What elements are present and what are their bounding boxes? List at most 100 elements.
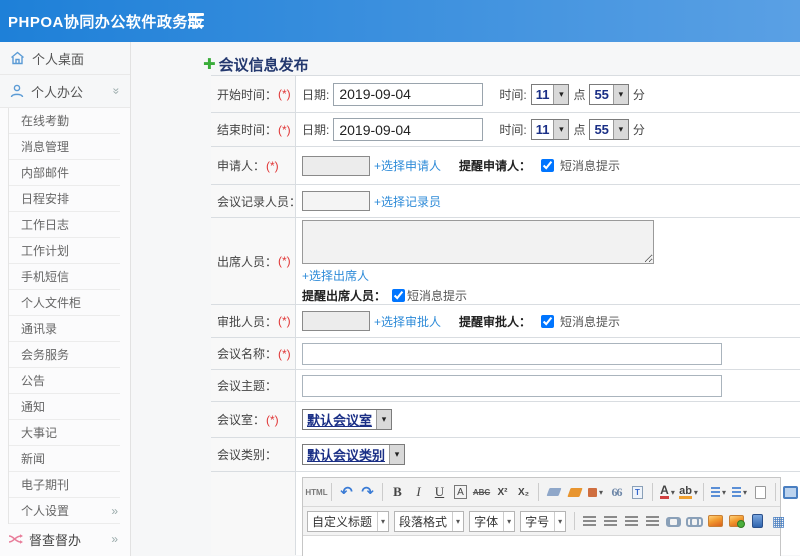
- start-hour-select[interactable]: 11: [530, 83, 570, 105]
- new-page-button[interactable]: [751, 481, 770, 503]
- font-size-select[interactable]: 字号: [520, 510, 567, 532]
- dropdown-caret-icon: ▾: [670, 487, 675, 497]
- sidebar-item-meeting-services[interactable]: 会务服务: [9, 342, 120, 368]
- strikethrough-button[interactable]: ABC: [472, 481, 491, 503]
- insert-link-button[interactable]: [664, 510, 683, 532]
- start-date-input[interactable]: [333, 82, 484, 106]
- sidebar-item-major-events[interactable]: 大事记: [9, 420, 120, 446]
- toolbar-divider: [775, 483, 776, 501]
- insert-media-button[interactable]: [748, 510, 767, 532]
- ordered-list-button[interactable]: ▾: [709, 481, 728, 503]
- attendees-sms-checkbox[interactable]: [392, 289, 406, 302]
- required-mark: (*): [278, 346, 291, 361]
- unordered-list-icon: [732, 487, 741, 497]
- highlight-color-button[interactable]: ab ▾: [679, 481, 698, 503]
- unordered-list-button[interactable]: ▾: [730, 481, 749, 503]
- redo-button[interactable]: ↷: [358, 481, 377, 503]
- paragraph-format-select[interactable]: 段落格式: [394, 510, 465, 532]
- applicant-sms-checkbox[interactable]: [541, 159, 555, 172]
- sidebar: 个人桌面 个人办公 » 在线考勤 消息管理 内部邮件 日程安排 工作日志 工作计…: [0, 42, 131, 556]
- sidebar-item-contacts[interactable]: 通讯录: [9, 316, 120, 342]
- meeting-room-select[interactable]: 默认会议室: [302, 409, 393, 430]
- choose-applicant-link[interactable]: +选择申请人: [374, 157, 441, 174]
- remove-link-button[interactable]: [685, 510, 704, 532]
- html-source-button[interactable]: HTML: [305, 481, 327, 503]
- superscript-button[interactable]: X²: [493, 481, 512, 503]
- sidebar-item-schedule[interactable]: 日程安排: [9, 186, 120, 212]
- sidebar-item-notices[interactable]: 通知: [9, 394, 120, 420]
- eraser-icon: [546, 488, 561, 496]
- paint-icon: [588, 487, 597, 497]
- upload-image-button[interactable]: [727, 510, 746, 532]
- end-hour-select[interactable]: 11: [530, 119, 570, 140]
- align-right-icon: [625, 516, 639, 526]
- row-approver: 审批人员： (*) +选择审批人 提醒审批人： 短消息提示: [211, 305, 800, 338]
- chevron-right-icon: »: [111, 532, 118, 546]
- recorder-input[interactable]: [302, 191, 370, 211]
- eraser-button[interactable]: [544, 481, 563, 503]
- heading-select[interactable]: 自定义标题: [307, 510, 390, 532]
- clear-format-button[interactable]: [565, 481, 584, 503]
- choose-approver-link[interactable]: +选择审批人: [374, 313, 441, 330]
- end-date-input[interactable]: [333, 118, 484, 141]
- align-center-button[interactable]: [601, 510, 620, 532]
- insert-image-button[interactable]: [706, 510, 725, 532]
- sidebar-item-personal-settings[interactable]: 个人设置 »: [9, 498, 120, 524]
- fullscreen-button[interactable]: [781, 481, 800, 503]
- align-justify-button[interactable]: [643, 510, 662, 532]
- menu-icon[interactable]: [188, 13, 204, 27]
- sidebar-item-supervision[interactable]: 督查督办 »: [0, 524, 130, 554]
- paste-button[interactable]: T: [628, 481, 647, 503]
- blockquote-button[interactable]: 66: [607, 481, 626, 503]
- time-label: 时间:: [499, 123, 527, 137]
- sidebar-item-file-cabinet[interactable]: 个人文件柜: [9, 290, 120, 316]
- sidebar-item-internal-mail[interactable]: 内部邮件: [9, 160, 120, 186]
- format-painter-button[interactable]: ▾: [586, 481, 605, 503]
- editor-content-area[interactable]: [303, 536, 780, 556]
- sidebar-item-sms[interactable]: 手机短信: [9, 264, 120, 290]
- end-minute-select[interactable]: 55: [589, 119, 629, 140]
- dropdown-arrow-icon: [389, 445, 405, 464]
- meeting-category-select[interactable]: 默认会议类别: [302, 444, 406, 465]
- font-frame-button[interactable]: A: [451, 481, 470, 503]
- choose-attendees-link[interactable]: +选择出席人: [302, 267, 369, 284]
- chevron-double-down-icon: »: [109, 87, 124, 95]
- applicant-input[interactable]: [302, 155, 370, 176]
- sidebar-item-desktop[interactable]: 个人桌面: [0, 42, 130, 75]
- sidebar-item-attendance[interactable]: 在线考勤: [9, 108, 120, 134]
- underline-button[interactable]: U: [430, 481, 449, 503]
- sidebar-item-personal-office[interactable]: 个人办公 »: [0, 75, 130, 108]
- choose-recorder-link[interactable]: +选择记录员: [374, 193, 441, 210]
- align-center-icon: [604, 516, 618, 526]
- dropdown-arrow-icon: [612, 120, 628, 139]
- meeting-subject-input[interactable]: [302, 374, 722, 397]
- align-right-button[interactable]: [622, 510, 641, 532]
- meeting-name-input[interactable]: [302, 342, 722, 365]
- top-bar: PHPOA协同办公软件政务版: [0, 0, 800, 42]
- sidebar-item-work-plan[interactable]: 工作计划: [9, 238, 120, 264]
- attendees-textarea[interactable]: [302, 220, 654, 264]
- approver-input[interactable]: [302, 311, 370, 331]
- subscript-button[interactable]: X₂: [514, 481, 533, 503]
- sidebar-item-e-journal[interactable]: 电子期刊: [9, 472, 120, 498]
- start-minute-select[interactable]: 55: [589, 83, 629, 105]
- sidebar-item-news[interactable]: 新闻: [9, 446, 120, 472]
- sidebar-item-messages[interactable]: 消息管理: [9, 134, 120, 160]
- bold-button[interactable]: B: [388, 481, 407, 503]
- align-left-icon: [583, 516, 597, 526]
- italic-button[interactable]: I: [409, 481, 428, 503]
- insert-table-button[interactable]: ▦: [769, 510, 788, 532]
- sidebar-item-work-log[interactable]: 工作日志: [9, 212, 120, 238]
- toolbar-divider: [703, 483, 704, 501]
- sidebar-item-announcements[interactable]: 公告: [9, 368, 120, 394]
- approver-sms-checkbox[interactable]: [541, 314, 555, 328]
- dropdown-caret-icon: ▾: [693, 487, 698, 497]
- field-label: 出席人员： (*): [211, 218, 296, 304]
- dropdown-arrow-icon: [376, 410, 392, 429]
- font-color-button[interactable]: A ▾: [658, 481, 677, 503]
- undo-button[interactable]: ↶: [337, 481, 356, 503]
- font-family-select[interactable]: 字体: [469, 510, 516, 532]
- rich-text-editor: HTML ↶ ↷ B I U A ABC X² X₂ ▾ 66 T A ▾ ab…: [302, 477, 798, 556]
- align-left-button[interactable]: [580, 510, 599, 532]
- blank-page-icon: [755, 485, 766, 499]
